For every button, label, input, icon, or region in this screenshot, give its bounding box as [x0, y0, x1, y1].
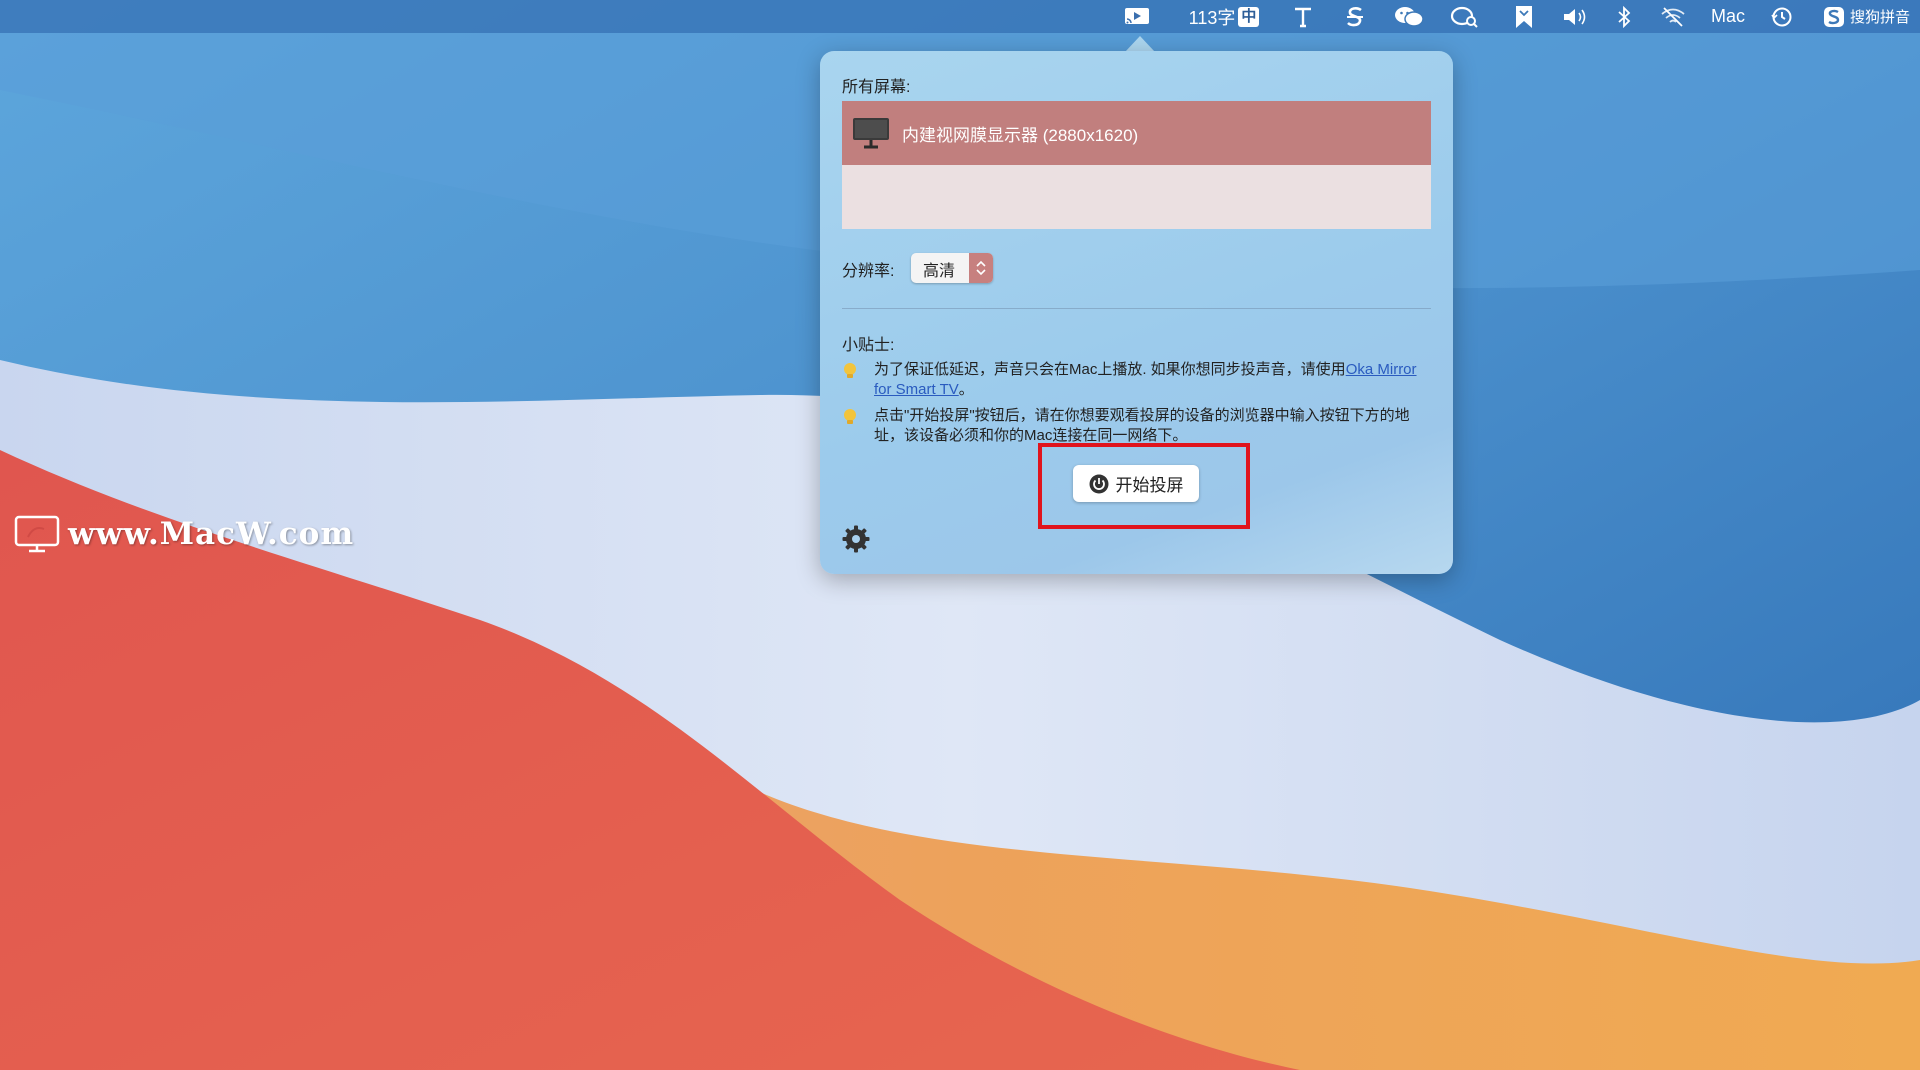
chat-search-icon[interactable] [1449, 0, 1479, 33]
ime-menu[interactable]: 搜狗拼音 [1823, 0, 1918, 33]
resolution-label: 分辨率: [842, 263, 895, 280]
tip-item-browser: 点击"开始投屏"按钮后，请在你想要观看投屏的设备的浏览器中输入按钮下方的地址，该… [842, 406, 1432, 446]
screen-row-builtin[interactable]: 内建视网膜显示器 (2880x1620) [842, 101, 1431, 165]
tip-item-audio: 为了保证低延迟，声音只会在Mac上播放. 如果你想同步投声音，请使用Oka Mi… [842, 360, 1432, 400]
volume-icon[interactable] [1561, 0, 1591, 33]
time-machine-icon[interactable] [1770, 0, 1794, 33]
tips-label: 小贴士: [842, 337, 895, 354]
wifi-off-icon[interactable] [1659, 0, 1687, 33]
input-mode-badge: 中 [1238, 6, 1260, 27]
word-count-text: 113字 [1188, 7, 1236, 28]
watermark-text: www.MacW.com [68, 516, 355, 552]
tip1-end: 。 [958, 381, 974, 398]
bookmark-icon[interactable] [1512, 0, 1536, 33]
settings-gear-icon[interactable] [841, 524, 871, 554]
tip2-text: 点击"开始投屏"按钮后，请在你想要观看投屏的设备的浏览器中输入按钮下方的地址，该… [874, 407, 1410, 444]
word-count-indicator[interactable]: 113字中 [1186, 0, 1262, 33]
tip1-text: 为了保证低延迟，声音只会在Mac上播放. 如果你想同步投声音，请使用 [874, 361, 1346, 378]
user-name-menu[interactable]: Mac [1705, 0, 1751, 33]
watermark: www.MacW.com [14, 515, 354, 553]
monitor-icon [853, 118, 889, 149]
divider [842, 308, 1431, 309]
bluetooth-icon[interactable] [1614, 0, 1634, 33]
select-arrows-icon [969, 253, 993, 283]
user-name-text: Mac [1710, 6, 1745, 26]
sogou-logo-icon [1824, 6, 1844, 27]
monitor-logo-icon [14, 515, 60, 553]
wechat-icon[interactable] [1393, 0, 1425, 33]
lightbulb-icon [844, 363, 856, 378]
screen-name: 内建视网膜显示器 (2880x1620) [902, 125, 1139, 145]
resolution-value: 高清 [923, 263, 956, 280]
lightbulb-icon [844, 409, 856, 424]
sogou-s-icon[interactable] [1342, 0, 1368, 33]
resolution-select[interactable]: 高清 [911, 253, 993, 283]
screens-list[interactable]: 内建视网膜显示器 (2880x1620) [842, 101, 1431, 229]
screen-mirror-icon[interactable] [1122, 0, 1152, 33]
text-tool-icon[interactable] [1290, 0, 1316, 33]
popover-arrow [1125, 36, 1155, 52]
ime-name-text: 搜狗拼音 [1850, 9, 1911, 26]
highlight-annotation [1038, 443, 1250, 529]
menu-bar: 113字中 Mac 搜狗拼音 [0, 0, 1920, 33]
screens-label: 所有屏幕: [842, 79, 911, 96]
